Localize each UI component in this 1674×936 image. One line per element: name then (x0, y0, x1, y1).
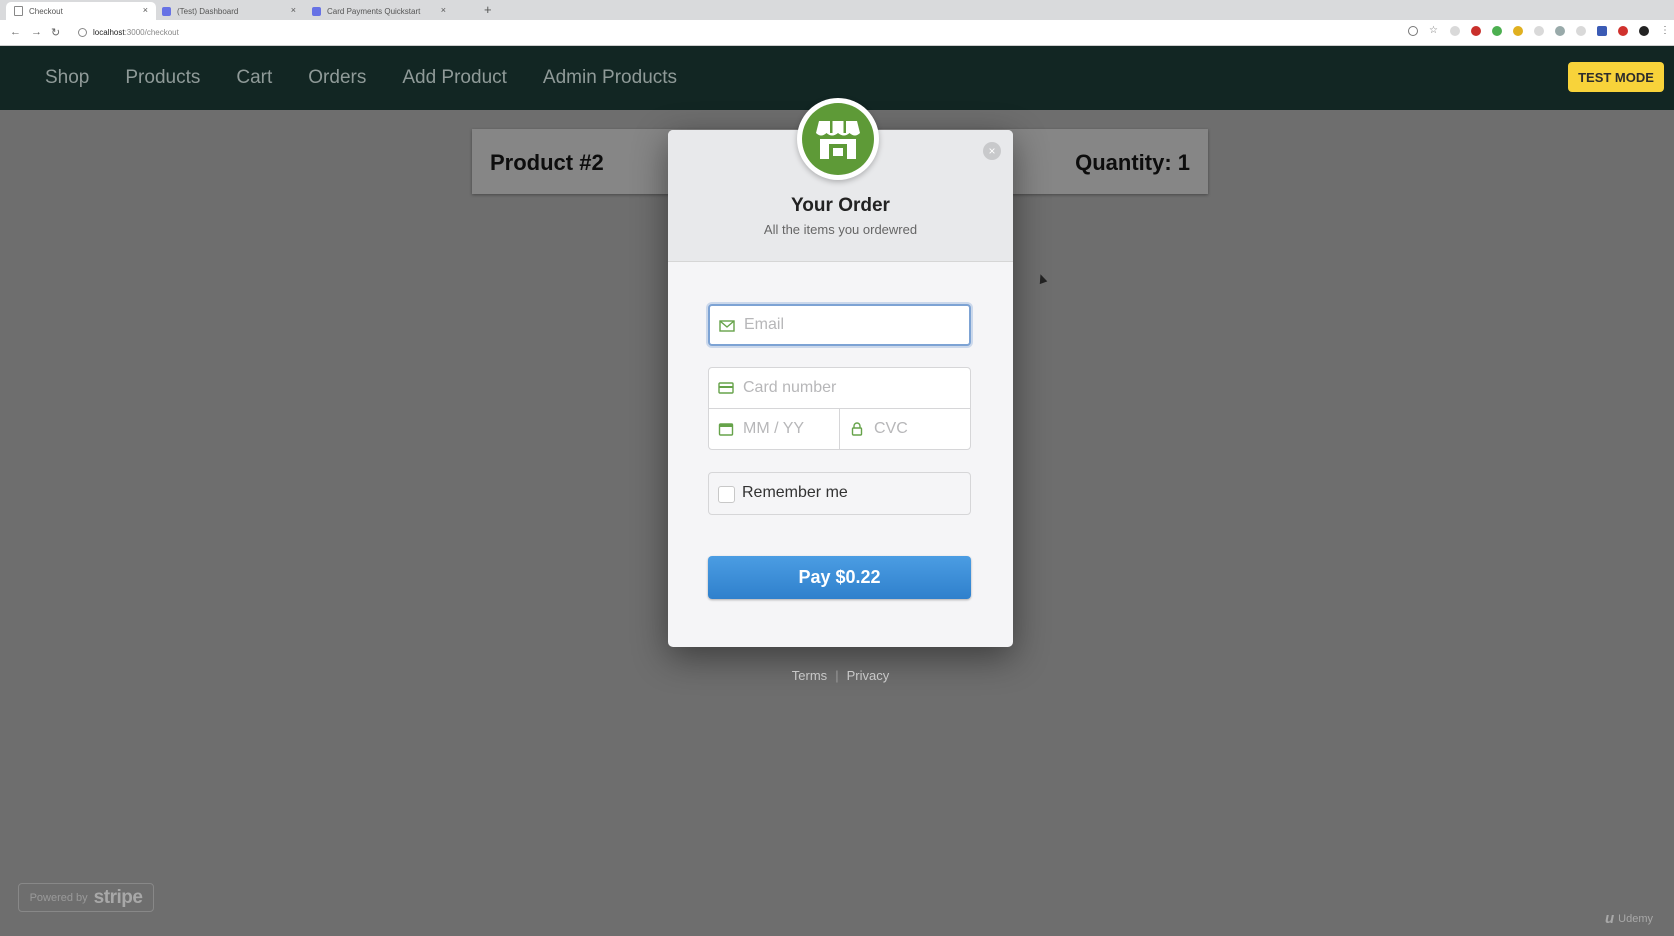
extension-icon[interactable] (1513, 26, 1523, 36)
nav-link-shop[interactable]: Shop (45, 67, 89, 89)
extension-icon[interactable] (1450, 26, 1460, 36)
envelope-icon (719, 320, 735, 332)
extension-icon[interactable] (1492, 26, 1502, 36)
tab-close-icon[interactable]: × (291, 5, 296, 15)
nav-link-orders[interactable]: Orders (308, 67, 366, 89)
new-tab-button[interactable]: + (484, 2, 492, 17)
pay-button[interactable]: Pay $0.22 (708, 556, 971, 599)
opera-icon[interactable] (1471, 26, 1481, 36)
test-mode-badge: TEST MODE (1568, 62, 1664, 92)
url-host: localhost (93, 28, 125, 37)
filter-icon[interactable] (1555, 26, 1565, 36)
email-field[interactable]: Email (708, 304, 971, 346)
tab-label: Checkout (29, 6, 63, 16)
extension-icon[interactable] (1534, 26, 1544, 36)
menu-kebab-icon[interactable]: ⋮ (1660, 26, 1670, 36)
back-arrow-icon[interactable]: ← (10, 26, 21, 38)
modal-title: Your Order (791, 195, 890, 216)
terms-link[interactable]: Terms (792, 668, 827, 683)
card-number-field[interactable]: Card number (708, 367, 971, 409)
zoom-icon[interactable] (1408, 26, 1418, 36)
forward-arrow-icon[interactable]: → (31, 26, 42, 38)
product-title: Product #2 (490, 150, 604, 175)
tab-close-icon[interactable]: × (143, 5, 148, 15)
nav-link-add-product[interactable]: Add Product (402, 67, 507, 89)
nav-link-cart[interactable]: Cart (236, 67, 272, 89)
modal-subtitle: All the items you ordewred (763, 222, 918, 237)
privacy-link[interactable]: Privacy (847, 668, 890, 683)
page-icon (14, 6, 23, 16)
tab-checkout[interactable]: Checkout × (6, 2, 156, 20)
remember-me-row[interactable]: Remember me (708, 472, 971, 515)
stripe-favicon-icon (162, 6, 171, 16)
mouse-cursor-icon (1036, 272, 1048, 285)
product-quantity: Quantity: 1 (1075, 150, 1190, 175)
udemy-watermark: u Udemy (1605, 910, 1653, 927)
modal-footer: Terms | Privacy (668, 668, 1013, 683)
tab-label: Card Payments Quickstart (327, 6, 421, 16)
powered-by-label: Powered by (29, 891, 88, 904)
browser-tab-strip: Checkout × (Test) Dashboard × Card Payme… (0, 0, 1674, 20)
extension-toolbar: ☆ ⋮ (1408, 26, 1670, 36)
url-path: :3000/checkout (124, 28, 179, 37)
nav-link-products[interactable]: Products (125, 67, 200, 89)
tab-card-payments-quickstart[interactable]: Card Payments Quickstart × (304, 2, 454, 20)
remember-me-label: Remember me (742, 484, 848, 501)
bookmark-star-icon[interactable]: ☆ (1429, 26, 1439, 36)
card-number-placeholder: Card number (743, 379, 837, 396)
tab-close-icon[interactable]: × (441, 5, 446, 15)
calendar-icon (718, 423, 734, 436)
expiry-field[interactable]: MM / YY (708, 408, 840, 450)
address-bar: ← → ↻ localhost:3000/checkout ☆ ⋮ (0, 20, 1674, 46)
tab-label: (Test) Dashboard (177, 6, 239, 16)
extension-icon[interactable] (1576, 26, 1586, 36)
lock-icon (851, 422, 863, 436)
footer-separator: | (835, 668, 839, 683)
udemy-label: Udemy (1618, 912, 1654, 925)
url-field[interactable]: localhost:3000/checkout (78, 24, 1368, 41)
storefront-icon (816, 121, 860, 159)
store-icon (802, 103, 874, 175)
extension-icon[interactable] (1597, 26, 1607, 36)
expiry-placeholder: MM / YY (743, 420, 805, 437)
checkout-modal: × Your Order All the items you ordewred … (668, 130, 1013, 647)
block-icon[interactable] (1618, 26, 1628, 36)
stripe-favicon-icon (312, 6, 321, 16)
reload-icon[interactable]: ↻ (51, 26, 60, 39)
avatar[interactable] (1639, 26, 1649, 36)
store-logo (797, 98, 879, 180)
site-info-icon[interactable] (78, 28, 87, 37)
powered-by-stripe-badge[interactable]: Powered by stripe (18, 883, 154, 912)
cvc-field[interactable]: CVC (839, 408, 971, 450)
stripe-logo: stripe (93, 886, 143, 908)
email-placeholder: Email (744, 316, 785, 333)
close-icon[interactable]: × (983, 142, 1001, 160)
cvc-placeholder: CVC (874, 420, 908, 437)
credit-card-icon (718, 382, 734, 394)
tab-test-dashboard[interactable]: (Test) Dashboard × (154, 2, 304, 20)
remember-me-checkbox[interactable] (718, 486, 735, 503)
nav-links: Shop Products Cart Orders Add Product Ad… (45, 46, 677, 110)
udemy-logo-icon: u (1605, 910, 1615, 927)
nav-link-admin-products[interactable]: Admin Products (543, 67, 677, 89)
